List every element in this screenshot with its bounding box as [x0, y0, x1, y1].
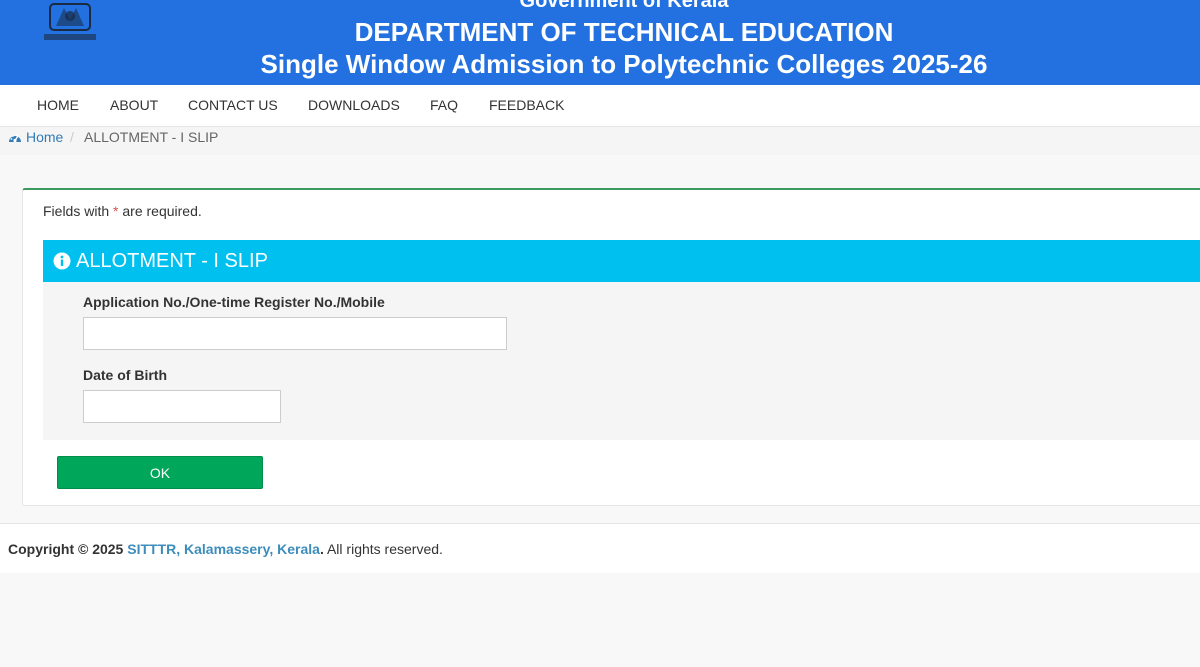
- breadcrumb-home[interactable]: Home: [8, 129, 63, 145]
- government-title: Government of Kerala: [519, 0, 729, 12]
- copyright-text: Copyright © 2025 SITTTR, Kalamassery, Ke…: [8, 541, 443, 557]
- breadcrumb-separator: /: [70, 129, 74, 145]
- page-footer: Copyright © 2025 SITTTR, Kalamassery, Ke…: [0, 523, 1200, 573]
- required-suffix: are required.: [122, 203, 202, 219]
- nav-faq[interactable]: FAQ: [430, 97, 458, 113]
- site-header: Government of Kerala DEPARTMENT OF TECHN…: [0, 0, 1200, 85]
- breadcrumb-home-label: Home: [26, 129, 64, 145]
- ok-button[interactable]: OK: [57, 456, 263, 489]
- department-title: DEPARTMENT OF TECHNICAL EDUCATION: [354, 17, 894, 47]
- allotment-form-header: ALLOTMENT - I SLIP: [43, 240, 1200, 282]
- form-panel: Fields with * are required. ALLOTMENT - …: [22, 188, 1200, 506]
- required-prefix: Fields with: [43, 203, 110, 219]
- allotment-form-box: ALLOTMENT - I SLIP Application No./One-t…: [43, 240, 1200, 440]
- date-of-birth-input[interactable]: [83, 390, 281, 423]
- nav-about[interactable]: ABOUT: [110, 97, 158, 113]
- copyright-suffix: All rights reserved.: [326, 541, 443, 557]
- dashboard-icon: [9, 134, 21, 142]
- breadcrumb-current: ALLOTMENT - I SLIP: [84, 129, 219, 145]
- nav-home[interactable]: HOME: [37, 97, 79, 113]
- admission-title: Single Window Admission to Polytechnic C…: [260, 49, 988, 79]
- application-no-label: Application No./One-time Register No./Mo…: [83, 294, 385, 310]
- date-of-birth-label: Date of Birth: [83, 367, 167, 383]
- allotment-form-title: ALLOTMENT - I SLIP: [76, 249, 268, 272]
- nav-downloads[interactable]: DOWNLOADS: [308, 97, 400, 113]
- main-navbar: HOME ABOUT CONTACT US DOWNLOADS FAQ FEED…: [0, 85, 1200, 127]
- nav-contact-us[interactable]: CONTACT US: [188, 97, 278, 113]
- required-star: *: [113, 203, 119, 219]
- info-circle-icon: [53, 252, 71, 270]
- sitttr-link[interactable]: SITTTR, Kalamassery, Kerala: [127, 541, 320, 557]
- copyright-dot: .: [319, 541, 324, 557]
- nav-feedback[interactable]: FEEDBACK: [489, 97, 564, 113]
- required-note: Fields with * are required.: [43, 203, 202, 219]
- application-no-input[interactable]: [83, 317, 507, 350]
- breadcrumb: Home / ALLOTMENT - I SLIP: [0, 127, 1200, 155]
- copyright-prefix: Copyright © 2025: [8, 541, 124, 557]
